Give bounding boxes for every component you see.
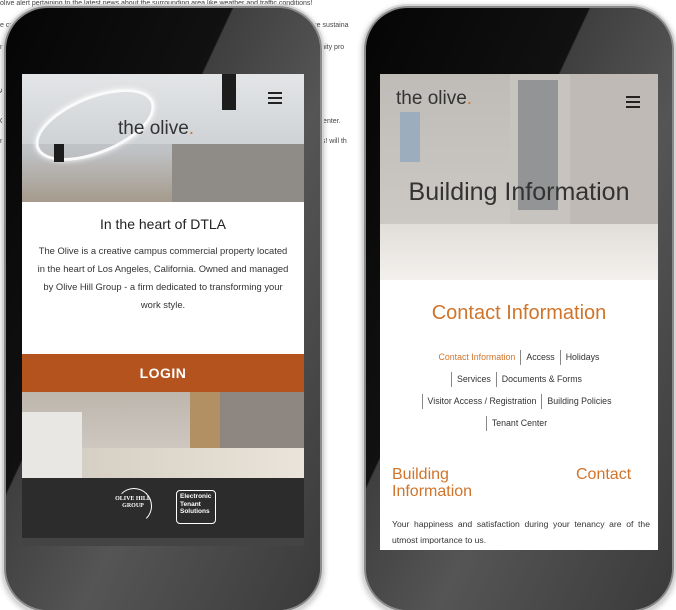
background-text-line: Center. [318, 118, 341, 125]
logo-text: the olive [118, 118, 189, 139]
background-text-line: olive alert pertaining to the latest new… [0, 0, 313, 7]
wall-image-part [172, 144, 304, 202]
pendant-lamp-image-part [222, 74, 236, 110]
login-button[interactable]: LOGIN [22, 354, 304, 392]
logo-text: the olive [396, 88, 467, 109]
background-text-line: nt [0, 138, 6, 145]
site-footer: OLIVE HILL GROUP Electronic Tenant Solut… [22, 478, 304, 538]
phone-mockup-left: the olive. In the heart of DTLA The Oliv… [6, 8, 320, 610]
phone-screen-home: the olive. In the heart of DTLA The Oliv… [22, 74, 304, 546]
olive-hill-group-logo-text: OLIVE HILL GROUP [115, 496, 151, 509]
page-title: Building Information [408, 178, 630, 206]
subnav-links: Contact Information Access Holidays Servic… [388, 346, 650, 434]
hamburger-menu-icon[interactable] [268, 92, 282, 107]
nav-link-contact-information[interactable]: Contact Information [434, 350, 521, 365]
pendant-lamp-image-part [54, 144, 64, 162]
intro-description: The Olive is a creative campus commercia… [37, 245, 289, 310]
screen-bottom-edge [380, 544, 658, 550]
desk-image-part [22, 412, 82, 478]
floor-image-part [82, 448, 304, 478]
nav-link-services[interactable]: Services [451, 372, 496, 387]
nav-link-holidays[interactable]: Holidays [559, 350, 605, 365]
section-title: Contact Information [431, 302, 607, 324]
logo-dot: . [466, 88, 473, 109]
building-information-heading: Building Information [392, 466, 472, 500]
olive-hill-group-logo[interactable]: OLIVE HILL GROUP [110, 486, 156, 528]
nav-link-access[interactable]: Access [520, 350, 559, 365]
ets-logo-text: Electronic Tenant Solutions [180, 493, 212, 515]
contact-heading: Contact [576, 466, 632, 483]
logo-dot: . [188, 118, 195, 139]
hamburger-menu-icon[interactable] [626, 96, 640, 111]
wood-panel-image-part [190, 392, 220, 452]
background-text-line: n [0, 44, 4, 51]
nav-link-tenant-center[interactable]: Tenant Center [485, 416, 552, 431]
phone-mockup-right: the olive. Building Information Contact … [366, 8, 672, 610]
site-logo[interactable]: the olive. [396, 88, 472, 110]
lobby-image [22, 392, 304, 478]
site-logo[interactable]: the olive. [118, 118, 194, 140]
phone-screen-building-info: the olive. Building Information Contact … [380, 74, 658, 550]
nav-link-visitor-access[interactable]: Visitor Access / Registration [421, 394, 542, 409]
background-text-line: es! will th [318, 138, 347, 145]
electronic-tenant-solutions-logo[interactable]: Electronic Tenant Solutions [176, 490, 216, 524]
heading-line: Information [392, 483, 473, 500]
nav-link-documents-forms[interactable]: Documents & Forms [495, 372, 587, 387]
footer-bottom-strip [22, 538, 304, 546]
intro-section: In the heart of DTLA The Olive is a crea… [22, 202, 304, 352]
nav-link-building-policies[interactable]: Building Policies [541, 394, 616, 409]
heading-line: Building [392, 466, 449, 483]
intro-heading: In the heart of DTLA [99, 216, 227, 232]
